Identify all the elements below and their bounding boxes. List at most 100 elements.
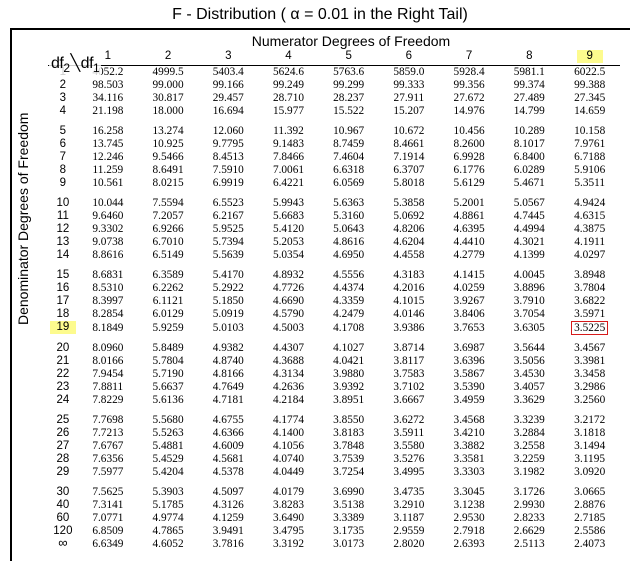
table-cell: 3.3629 — [499, 394, 559, 407]
table-cell: 5.6136 — [138, 394, 198, 407]
table-cell: 4.0421 — [319, 355, 379, 368]
table-cell: 4.1911 — [559, 236, 620, 249]
table-cell: 3.4795 — [258, 525, 318, 538]
table-cell: 5.4529 — [138, 453, 198, 466]
table-cell: 5.2001 — [439, 197, 499, 210]
table-cell: 9.1483 — [258, 138, 318, 151]
table-cell: 11.392 — [258, 125, 318, 138]
table-cell: 5.4120 — [258, 223, 318, 236]
table-cell: 3.3239 — [499, 414, 559, 427]
table-cell: 29.457 — [198, 92, 258, 105]
table-cell: 3.8283 — [258, 499, 318, 512]
table-row: 119.64607.20576.21675.66835.31605.06924.… — [48, 210, 620, 223]
table-cell: 2.8876 — [559, 499, 620, 512]
table-cell: 7.8811 — [78, 381, 138, 394]
table-cell: 5.2053 — [258, 236, 318, 249]
column-header: 8 — [499, 50, 559, 66]
table-cell: 6.2167 — [198, 210, 258, 223]
table-cell: 7.3141 — [78, 499, 138, 512]
table-cell: 5.8018 — [379, 177, 439, 190]
row-header: 18 — [48, 308, 78, 321]
table-cell: 3.3882 — [439, 440, 499, 453]
table-cell: 6.0289 — [499, 164, 559, 177]
table-cell: 3.9386 — [379, 321, 439, 336]
table-cell: 5624.6 — [258, 65, 318, 79]
table-cell: 3.1818 — [559, 427, 620, 440]
table-cell: 3.4567 — [559, 342, 620, 355]
table-cell: 4.0179 — [258, 486, 318, 499]
table-cell: 2.9559 — [379, 525, 439, 538]
table-cell: 5.3511 — [559, 177, 620, 190]
table-cell: 9.5466 — [138, 151, 198, 164]
table-cell: 3.2884 — [499, 427, 559, 440]
table-cell: 4.4374 — [319, 282, 379, 295]
table-cell: 5.4881 — [138, 440, 198, 453]
table-cell: 4.5378 — [198, 466, 258, 479]
table-cell: 4.0740 — [258, 453, 318, 466]
table-cell: 6.9919 — [198, 177, 258, 190]
row-header: 4 — [48, 105, 78, 118]
table-cell: 3.3045 — [439, 486, 499, 499]
table-cell: 3.8896 — [499, 282, 559, 295]
table-cell: 4.6755 — [198, 414, 258, 427]
table-cell: 4.7649 — [198, 381, 258, 394]
table-cell: 4.5556 — [319, 269, 379, 282]
table-cell: 4.6366 — [198, 427, 258, 440]
table-cell: 30.817 — [138, 92, 198, 105]
table-cell: 3.7910 — [499, 295, 559, 308]
table-cell: 3.9392 — [319, 381, 379, 394]
table-cell: 4.6690 — [258, 295, 318, 308]
table-cell: 34.116 — [78, 92, 138, 105]
row-header: 12 — [48, 223, 78, 236]
table-cell: 3.0173 — [319, 538, 379, 551]
table-cell: 7.9761 — [559, 138, 620, 151]
table-cell: 13.745 — [78, 138, 138, 151]
table-cell: 14.976 — [439, 105, 499, 118]
table-cell: 10.967 — [319, 125, 379, 138]
table-cell: 6.0569 — [319, 177, 379, 190]
table-cell: 3.7539 — [319, 453, 379, 466]
table-cell: 7.0061 — [258, 164, 318, 177]
table-cell: 3.2558 — [499, 440, 559, 453]
table-cell: 7.0771 — [78, 512, 138, 525]
table-cell: 4.9382 — [198, 342, 258, 355]
table-cell: 8.4661 — [379, 138, 439, 151]
table-cell: 3.4530 — [499, 368, 559, 381]
table-cell: 7.2057 — [138, 210, 198, 223]
table-cell: 8.1017 — [499, 138, 559, 151]
table-cell: 8.7459 — [319, 138, 379, 151]
table-cell: 4.3021 — [499, 236, 559, 249]
table-cell: 5403.4 — [198, 65, 258, 79]
table-cell: 4.1015 — [379, 295, 439, 308]
table-cell: 8.4513 — [198, 151, 258, 164]
table-cell: 7.9454 — [78, 368, 138, 381]
table-row: ∞6.63494.60523.78163.31923.01732.80202.6… — [48, 538, 620, 551]
table-cell: 99.333 — [379, 79, 439, 92]
table-cell: 3.7254 — [319, 466, 379, 479]
table-cell: 14.659 — [559, 105, 620, 118]
table-cell: 5.1850 — [198, 295, 258, 308]
table-cell: 7.7698 — [78, 414, 138, 427]
table-cell: 3.5138 — [319, 499, 379, 512]
table-cell: 5.7190 — [138, 368, 198, 381]
table-cell: 3.3981 — [559, 355, 620, 368]
table-cell: 3.1982 — [499, 466, 559, 479]
table-cell: 3.2560 — [559, 394, 620, 407]
table-row: 247.82295.61364.71814.21843.89513.66673.… — [48, 394, 620, 407]
table-row: 298.50399.00099.16699.24999.29999.33399.… — [48, 79, 620, 92]
table-row: 516.25813.27412.06011.39210.96710.67210.… — [48, 125, 620, 138]
table-cell: 4.3134 — [258, 368, 318, 381]
table-cell: 8.2600 — [439, 138, 499, 151]
table-cell: 5859.0 — [379, 65, 439, 79]
table-cell: 10.561 — [78, 177, 138, 190]
row-header: 40 — [48, 499, 78, 512]
table-cell: 28.237 — [319, 92, 379, 105]
table-cell: 2.7185 — [559, 512, 620, 525]
table-cell: 6.2262 — [138, 282, 198, 295]
table-cell: 7.6767 — [78, 440, 138, 453]
table-cell: 4.4307 — [258, 342, 318, 355]
table-cell: 4.3183 — [379, 269, 439, 282]
table-cell: 3.4057 — [499, 381, 559, 394]
table-cell: 4.5790 — [258, 308, 318, 321]
table-cell: 21.198 — [78, 105, 138, 118]
